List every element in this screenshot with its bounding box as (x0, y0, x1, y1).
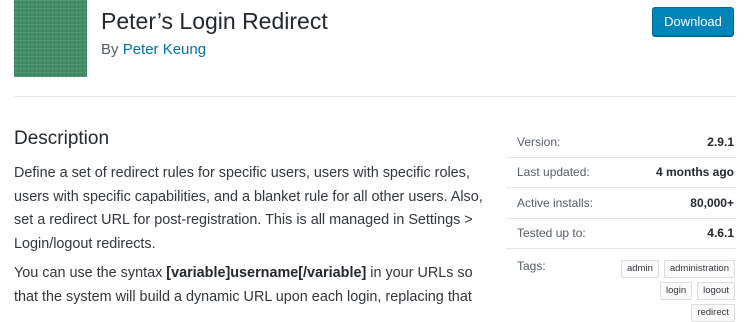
header-divider (14, 96, 736, 97)
plugin-meta: Version: 2.9.1 Last updated: 4 months ag… (506, 127, 736, 249)
installs-label: Active installs: (517, 195, 594, 210)
meta-updated-row: Last updated: 4 months ago (506, 158, 736, 188)
tag-login[interactable]: login (660, 282, 693, 300)
description-paragraph-2: You can use the syntax [variable]usernam… (14, 262, 484, 309)
author-link[interactable]: Peter Keung (123, 41, 206, 58)
tag-logout[interactable]: logout (697, 282, 735, 300)
tag-list: admin administration login logout redire… (615, 260, 735, 322)
tag-admin[interactable]: admin (620, 260, 659, 278)
updated-label: Last updated: (517, 165, 590, 180)
tag-administration[interactable]: administration (663, 260, 735, 278)
version-label: Version: (517, 134, 561, 149)
tag-redirect[interactable]: redirect (691, 304, 735, 322)
meta-version-row: Version: 2.9.1 (506, 127, 736, 158)
installs-value: 80,000+ (690, 195, 734, 210)
tags-label: Tags: (517, 259, 546, 273)
description-paragraph-1: Define a set of redirect rules for speci… (14, 165, 483, 252)
description-heading: Description (14, 128, 110, 149)
tested-label: Tested up to: (517, 226, 586, 241)
plugin-icon (14, 0, 87, 77)
p2-text-before: You can use the syntax (14, 265, 167, 281)
plugin-title: Peter’s Login Redirect (101, 8, 328, 34)
plugin-byline: By Peter Keung (101, 41, 206, 58)
meta-tested-row: Tested up to: 4.6.1 (506, 219, 736, 249)
meta-installs-row: Active installs: 80,000+ (506, 188, 736, 219)
version-value: 2.9.1 (707, 134, 734, 149)
tested-value: 4.6.1 (707, 226, 734, 241)
p2-syntax-bold: [variable]username[/variable] (166, 265, 367, 281)
by-label: By (101, 41, 119, 58)
download-button[interactable]: Download (652, 7, 734, 36)
meta-tags-row: Tags: admin administration login logout … (506, 252, 736, 322)
updated-value: 4 months ago (655, 165, 734, 180)
